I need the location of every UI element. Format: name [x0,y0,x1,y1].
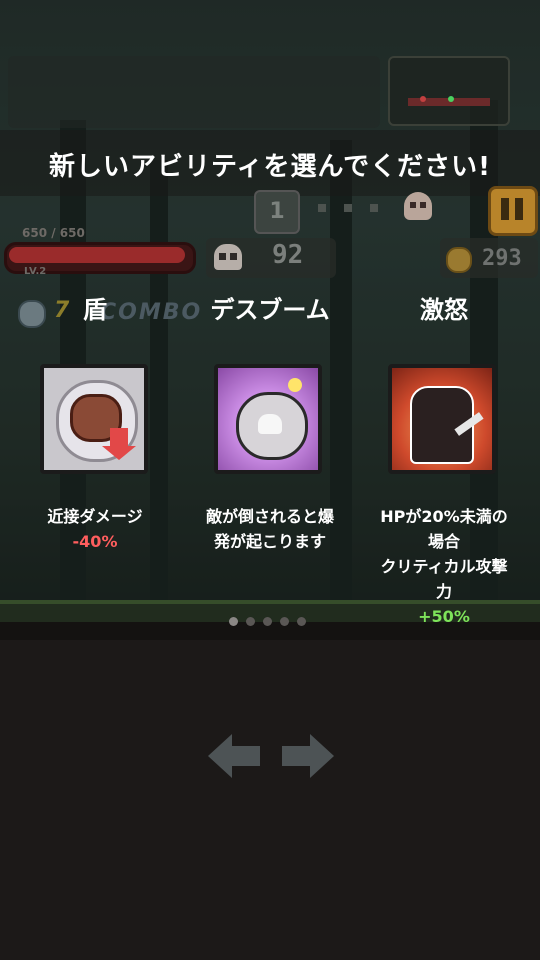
spark-icon [288,378,302,392]
down-arrow-icon [102,428,136,460]
arrow-shaft [230,746,260,766]
page-dot [297,617,306,626]
coin-count: 293 [482,246,522,271]
minimap-enemy-dot [420,96,426,102]
pause-icon [501,198,509,220]
skull-icon [214,244,242,270]
ability-desc-shield[interactable]: 近接ダメージ -40% [5,504,185,554]
ability-desc-rage[interactable]: HPが20%未満の 場合 クリティカル攻撃 力 +50% [354,504,534,629]
level-text: LV.2 [24,266,47,277]
lower-panel [0,622,540,960]
page-dot [280,617,289,626]
right-arrow-button[interactable] [282,734,334,778]
arrow-shaft [282,746,312,766]
kill-count: 92 [272,240,304,270]
ability-desc-line: 場合 [427,532,460,551]
left-arrow-icon [208,734,232,778]
meat-shield-icon[interactable] [40,364,148,474]
skull-bomb-icon[interactable] [214,364,322,474]
top-panel [8,56,380,128]
ability-desc-line: HPが20%未満の [380,507,508,526]
wave-progress-dot [370,204,378,212]
ability-desc-line: 敵が倒されると爆 [205,507,334,526]
minimap-player-dot [448,96,454,102]
ability-desc-value: -40% [72,532,118,551]
ability-desc-line: 近接ダメージ [47,507,143,526]
hp-bar-fill [9,247,185,263]
right-arrow-icon [310,734,334,778]
page-dot [246,617,255,626]
page-dot [229,617,238,626]
minimap [388,56,510,126]
banner-title: 新しいアビリティを選んでください! [49,152,491,182]
hp-text: 650 / 650 [22,226,85,240]
rage-silhouette-icon[interactable] [388,364,496,474]
wave-progress-dot [318,204,326,212]
ability-desc-line: 力 [435,582,452,601]
ability-desc-line: 発が起こります [213,532,326,551]
boss-skull-icon [404,192,432,220]
coin-icon [446,247,472,273]
ability-desc-line: クリティカル攻撃 [380,557,508,576]
skull-icon [258,414,282,434]
ability-name-deathboom: デスブーム [210,296,330,324]
ability-name-rage: 激怒 [420,296,468,324]
wave-counter: 1 [254,190,300,234]
ability-desc-value: +50% [418,607,470,626]
pause-button[interactable] [488,186,538,236]
page-dot [263,617,272,626]
ability-desc-deathboom[interactable]: 敵が倒されると爆 発が起こります [180,504,360,554]
pause-icon [515,198,523,220]
left-arrow-button[interactable] [208,734,260,778]
game-screen: 新しいアビリティを選んでください! 1 650 / 650 LV.2 92 29… [0,0,540,960]
ability-name-shield: 盾 [83,296,107,324]
wave-progress-dot [344,204,352,212]
